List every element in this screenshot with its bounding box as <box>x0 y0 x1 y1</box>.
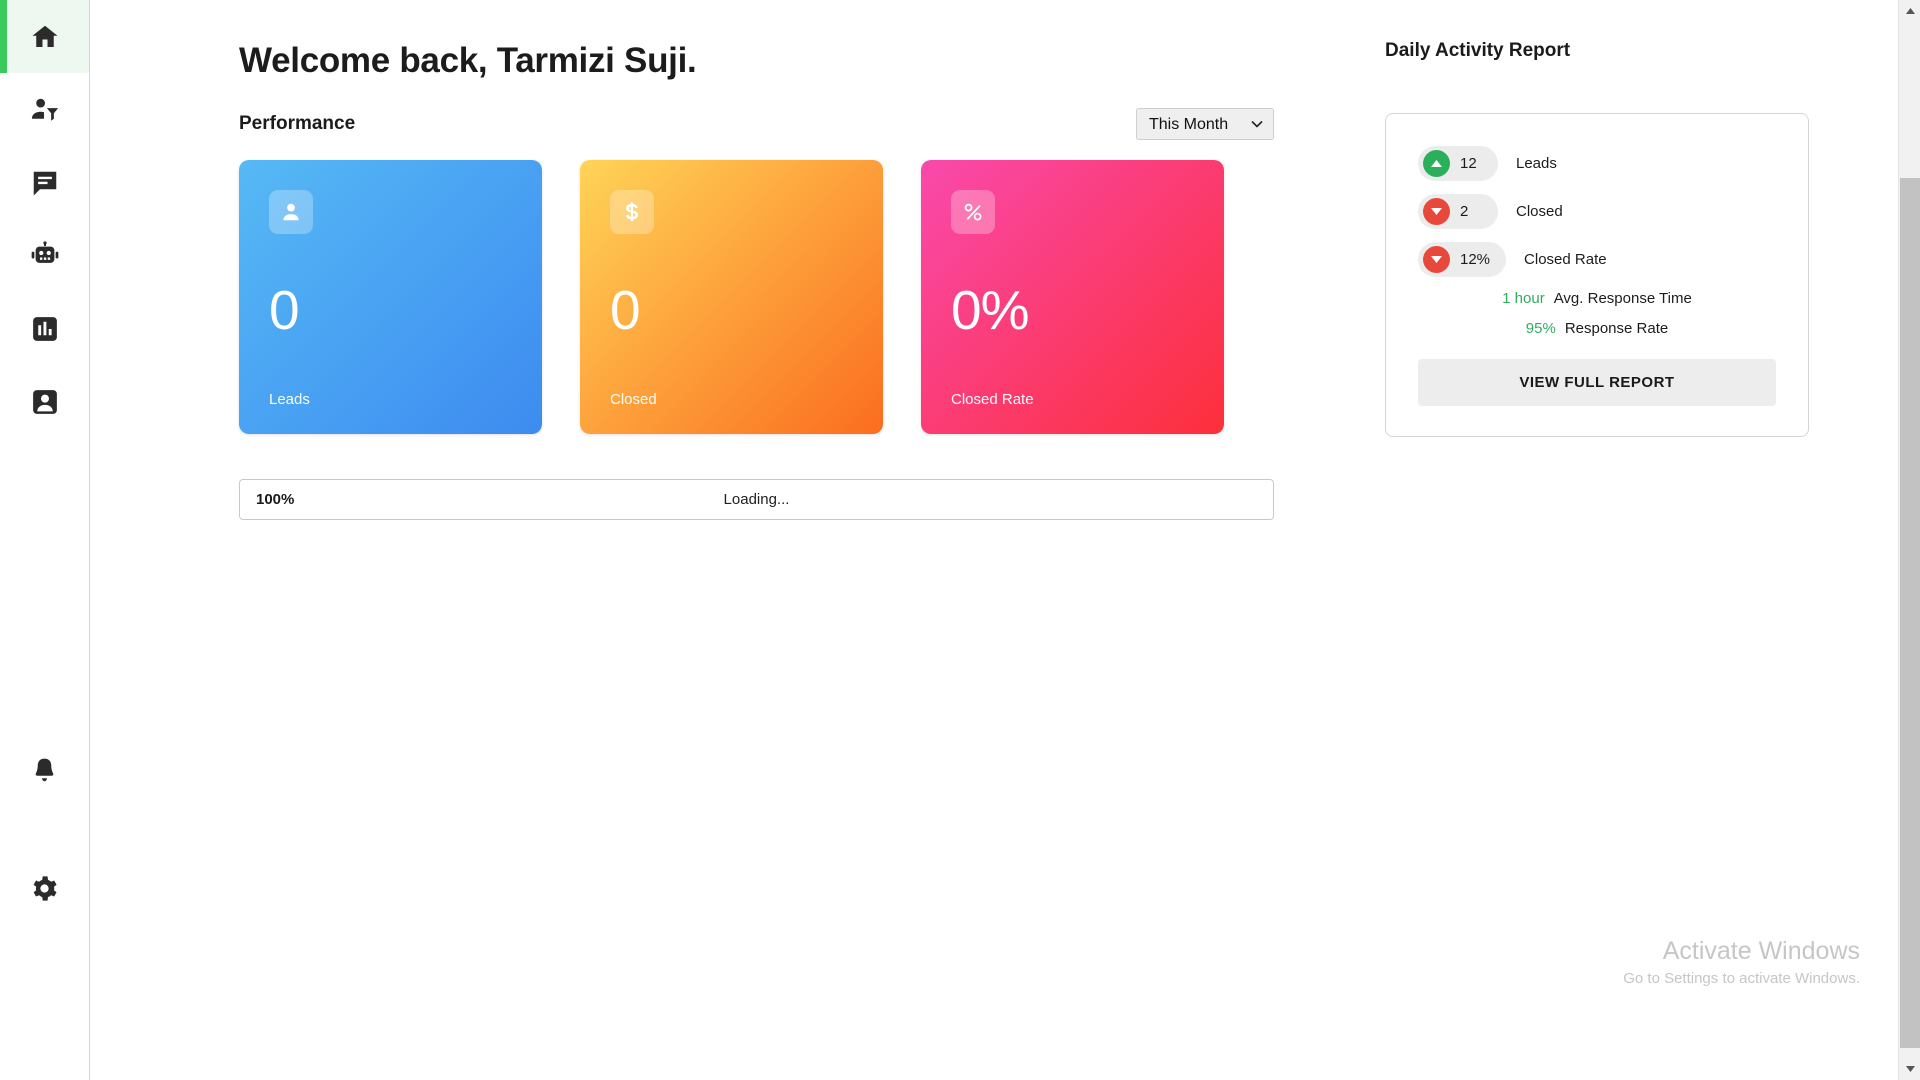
performance-header: Performance This Month <box>239 108 1274 140</box>
contact-card-icon <box>30 387 60 417</box>
watermark-subtitle: Go to Settings to activate Windows. <box>1623 969 1860 987</box>
daily-activity-panel: Daily Activity Report 12 Leads 2 Closed … <box>1385 40 1809 437</box>
sidebar-item-leads[interactable] <box>0 73 89 146</box>
vertical-scrollbar[interactable] <box>1898 0 1920 1080</box>
stat-row-response-time: 1 hour Avg. Response Time <box>1418 290 1776 307</box>
metric-card-leads[interactable]: 0 Leads <box>239 160 542 434</box>
windows-activation-watermark: Activate Windows Go to Settings to activ… <box>1623 935 1860 990</box>
arrow-down-icon <box>1423 246 1450 273</box>
activity-row-leads: 12 Leads <box>1418 146 1776 181</box>
daily-activity-title: Daily Activity Report <box>1385 40 1571 61</box>
progress-strip: 100% Loading... <box>239 479 1274 520</box>
progress-status: Loading... <box>723 491 790 508</box>
main-content: Welcome back, Tarmizi Suji. Performance … <box>90 0 1920 1080</box>
stat-label: Response Rate <box>1564 320 1669 337</box>
sidebar-item-bot[interactable] <box>0 219 89 292</box>
period-select[interactable]: This Month <box>1136 108 1274 140</box>
sidebar-item-notifications[interactable] <box>0 711 89 829</box>
activity-value: 12 <box>1460 155 1477 172</box>
arrow-down-icon <box>1423 198 1450 225</box>
metric-value: 0 <box>610 279 641 341</box>
metric-value: 0% <box>951 279 1030 341</box>
period-select-wrapper: This Month <box>1136 108 1274 140</box>
sidebar-item-contacts[interactable] <box>0 365 89 438</box>
metric-label: Leads <box>269 391 310 408</box>
status-badge: 12 <box>1418 146 1498 181</box>
activity-row-closed-rate: 12% Closed Rate <box>1418 242 1776 277</box>
chat-bubble-icon <box>30 168 60 198</box>
activity-value: 12% <box>1460 251 1491 268</box>
scroll-down-arrow-icon[interactable] <box>1899 1058 1920 1080</box>
view-full-report-button[interactable]: VIEW FULL REPORT <box>1418 359 1776 406</box>
sidebar-item-home[interactable] <box>0 0 89 73</box>
metric-value: 0 <box>269 279 300 341</box>
activity-row-closed: 2 Closed <box>1418 194 1776 229</box>
home-icon <box>30 22 60 52</box>
sidebar <box>0 0 90 1080</box>
stat-label: Avg. Response Time <box>1553 290 1692 307</box>
status-badge: 12% <box>1418 242 1507 277</box>
metric-card-closed-rate[interactable]: 0% Closed Rate <box>921 160 1224 434</box>
scrollbar-thumb[interactable] <box>1900 178 1920 1048</box>
app-root: Welcome back, Tarmizi Suji. Performance … <box>0 0 1920 1080</box>
percent-icon <box>951 190 995 234</box>
person-icon <box>269 190 313 234</box>
watermark-title: Activate Windows <box>1662 937 1860 965</box>
sidebar-item-messages[interactable] <box>0 146 89 219</box>
sidebar-item-analytics[interactable] <box>0 292 89 365</box>
bar-chart-icon <box>30 314 60 344</box>
activity-label: Closed <box>1516 203 1563 220</box>
sidebar-bottom-nav <box>0 711 89 1080</box>
activity-value: 2 <box>1460 203 1469 220</box>
daily-activity-card: 12 Leads 2 Closed 12% Closed Rate 1 hour… <box>1385 113 1809 437</box>
stat-value: 95% <box>1525 320 1556 337</box>
dollar-icon <box>610 190 654 234</box>
metric-label: Closed Rate <box>951 391 1034 408</box>
activity-label: Leads <box>1516 155 1557 172</box>
status-badge: 2 <box>1418 194 1498 229</box>
activity-label: Closed Rate <box>1524 251 1607 268</box>
bell-icon <box>30 756 59 785</box>
person-filter-icon <box>30 95 60 125</box>
arrow-up-icon <box>1423 150 1450 177</box>
sidebar-top-nav <box>0 0 89 438</box>
stat-value: 1 hour <box>1502 290 1545 307</box>
scroll-up-arrow-icon[interactable] <box>1899 0 1920 22</box>
robot-icon <box>30 240 60 271</box>
metric-card-closed[interactable]: 0 Closed <box>580 160 883 434</box>
stat-row-response-rate: 95% Response Rate <box>1418 320 1776 337</box>
metric-label: Closed <box>610 391 657 408</box>
gear-icon <box>30 874 59 903</box>
performance-section-title: Performance <box>239 113 356 134</box>
sidebar-item-settings[interactable] <box>0 829 89 947</box>
